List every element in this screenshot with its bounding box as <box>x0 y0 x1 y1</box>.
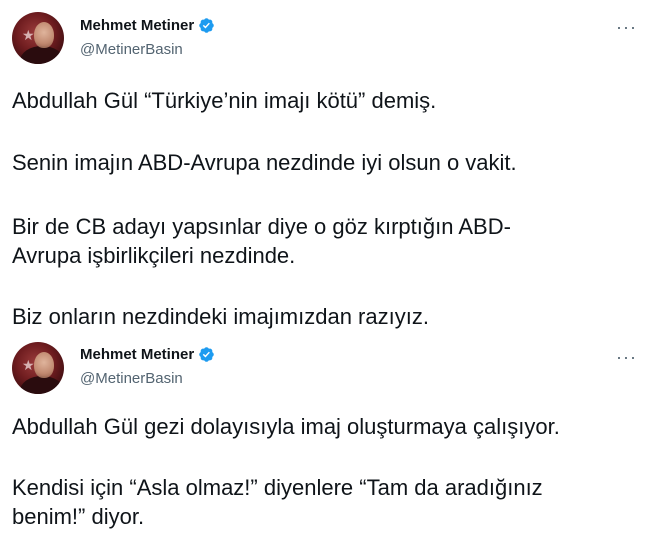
avatar[interactable]: ★ <box>12 12 64 64</box>
author-handle[interactable]: @MetinerBasin <box>80 370 183 387</box>
more-horizontal-icon[interactable]: ··· <box>616 348 637 366</box>
tweet-line: Abdullah Gül gezi dolayısıyla imaj oluşt… <box>12 414 560 439</box>
tweet-line: benim!” diyor. <box>12 504 145 529</box>
tweet-line: Kendisi için “Asla olmaz!” diyenlere “Ta… <box>12 475 543 500</box>
tweet-paragraph: Kendisi için “Asla olmaz!” diyenlere “Ta… <box>12 473 543 531</box>
more-horizontal-icon[interactable]: ··· <box>616 18 637 36</box>
star-icon: ★ <box>22 27 35 43</box>
author-name-row[interactable]: Mehmet Metiner <box>80 346 215 363</box>
verified-badge-icon <box>199 347 214 362</box>
author-name-row[interactable]: Mehmet Metiner <box>80 17 215 34</box>
tweet-paragraph: Abdullah Gül gezi dolayısıyla imaj oluşt… <box>12 412 560 441</box>
tweet-line: Abdullah Gül “Türkiye’nin imajı kötü” de… <box>12 88 437 113</box>
tweet-line: Bir de CB adayı yapsınlar diye o göz kır… <box>12 214 511 239</box>
verified-badge-icon <box>199 18 214 33</box>
tweet-line: Senin imajın ABD-Avrupa nezdinde iyi ols… <box>12 150 517 175</box>
author-name[interactable]: Mehmet Metiner <box>80 346 194 363</box>
tweet-paragraph: Bir de CB adayı yapsınlar diye o göz kır… <box>12 212 511 270</box>
star-icon: ★ <box>22 357 35 373</box>
tweet-paragraph: Senin imajın ABD-Avrupa nezdinde iyi ols… <box>12 148 517 177</box>
tweet[interactable]: ★ Mehmet Metiner @MetinerBasin ··· Abdul… <box>0 0 650 336</box>
tweet[interactable]: ★ Mehmet Metiner @MetinerBasin ··· Abdul… <box>0 336 650 553</box>
avatar[interactable]: ★ <box>12 342 64 394</box>
tweet-paragraph: Abdullah Gül “Türkiye’nin imajı kötü” de… <box>12 86 436 115</box>
tweet-line: Biz onların nezdindeki imajımızdan razıy… <box>12 304 429 329</box>
author-name[interactable]: Mehmet Metiner <box>80 17 194 34</box>
tweet-paragraph: Biz onların nezdindeki imajımızdan razıy… <box>12 302 429 331</box>
author-handle[interactable]: @MetinerBasin <box>80 41 183 58</box>
tweet-line: Avrupa işbirlikçileri nezdinde. <box>12 243 296 268</box>
